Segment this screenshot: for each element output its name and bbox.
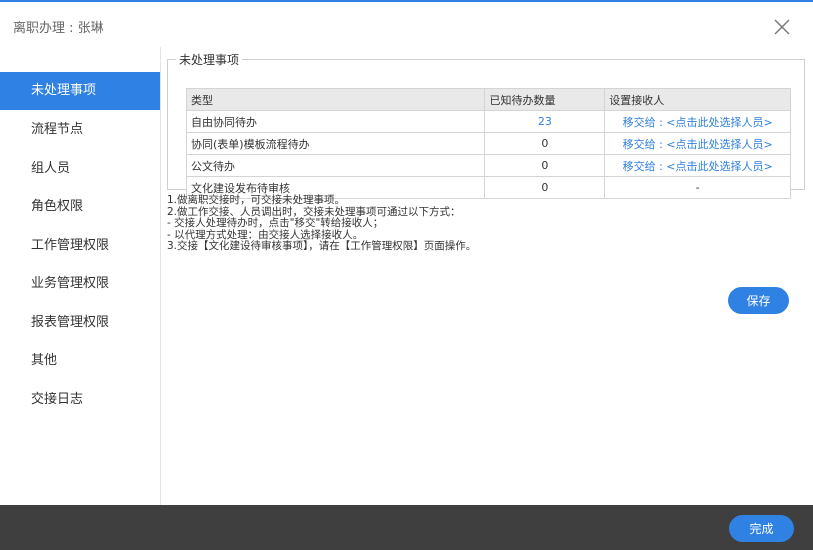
row-count: 0 [484,154,606,177]
table-row: 公文待办 0 移交给 : <点击此处选择人员> [185,154,791,177]
table-row: 自由协同待办 23 移交给 : <点击此处选择人员> [185,110,791,133]
dialog-title: 离职办理 : 张琳 [13,21,104,36]
transfer-select-link[interactable]: 移交给 : <点击此处选择人员> [604,110,791,133]
row-type: 协同(表单)模板流程待办 [185,132,486,155]
sidebar-item-business-management[interactable]: 业务管理权限 [0,265,160,303]
table-header-row: 类型 已知待办数量 设置接收人 [185,88,791,111]
row-action-none: - [604,176,791,199]
pending-items-table: 类型 已知待办数量 设置接收人 自由协同待办 23 移交给 : <点击此处选择人… [185,88,791,199]
save-button[interactable]: 保存 [728,287,789,314]
sidebar-item-role-permissions[interactable]: 角色权限 [0,188,160,226]
close-icon[interactable] [773,18,791,36]
done-button[interactable]: 完成 [729,515,794,542]
sidebar-item-workflow-nodes[interactable]: 流程节点 [0,111,160,149]
row-type: 公文待办 [185,154,486,177]
sidebar-item-group-members[interactable]: 组人员 [0,150,160,188]
note-line: 1.做离职交接时，可交接未处理事项。 [167,194,346,206]
pending-items-group: 未处理事项 类型 已知待办数量 设置接收人 自由协同待办 23 移交给 : <点… [167,51,805,199]
sidebar-item-handover-log[interactable]: 交接日志 [0,381,160,419]
main-panel: 未处理事项 类型 已知待办数量 设置接收人 自由协同待办 23 移交给 : <点… [161,47,813,505]
transfer-select-link[interactable]: 移交给 : <点击此处选择人员> [604,154,791,177]
sidebar-item-report-management[interactable]: 报表管理权限 [0,304,160,342]
sidebar-item-pending[interactable]: 未处理事项 [0,72,160,110]
column-header-receiver: 设置接收人 [604,88,791,111]
column-header-type: 类型 [185,88,486,111]
table-row: 协同(表单)模板流程待办 0 移交给 : <点击此处选择人员> [185,132,791,155]
sidebar-item-work-management[interactable]: 工作管理权限 [0,227,160,265]
row-count: 0 [484,132,606,155]
sidebar-item-other[interactable]: 其他 [0,342,160,380]
row-count: 0 [484,176,606,199]
transfer-select-link[interactable]: 移交给 : <点击此处选择人员> [604,132,791,155]
column-header-count: 已知待办数量 [484,88,606,111]
note-line: 3.交接【文化建设待审核事项】，请在【工作管理权限】页面操作。 [167,240,477,252]
pending-items-legend: 未处理事项 [179,53,240,67]
row-type: 自由协同待办 [185,110,486,133]
help-notes: 1.做离职交接时，可交接未处理事项。 2.做工作交接、人员调出时，交接未处理事项… [167,194,477,253]
dialog-body: 未处理事项 流程节点 组人员 角色权限 工作管理权限 业务管理权限 报表管理权限… [0,47,813,505]
dialog-header: 离职办理 : 张琳 [0,2,813,47]
dialog-footer: 完成 [0,505,813,550]
row-count-link[interactable]: 23 [484,110,606,133]
sidebar: 未处理事项 流程节点 组人员 角色权限 工作管理权限 业务管理权限 报表管理权限… [0,47,161,505]
note-line: - 交接人处理待办时，点击"移交"转给接收人； [167,217,384,229]
